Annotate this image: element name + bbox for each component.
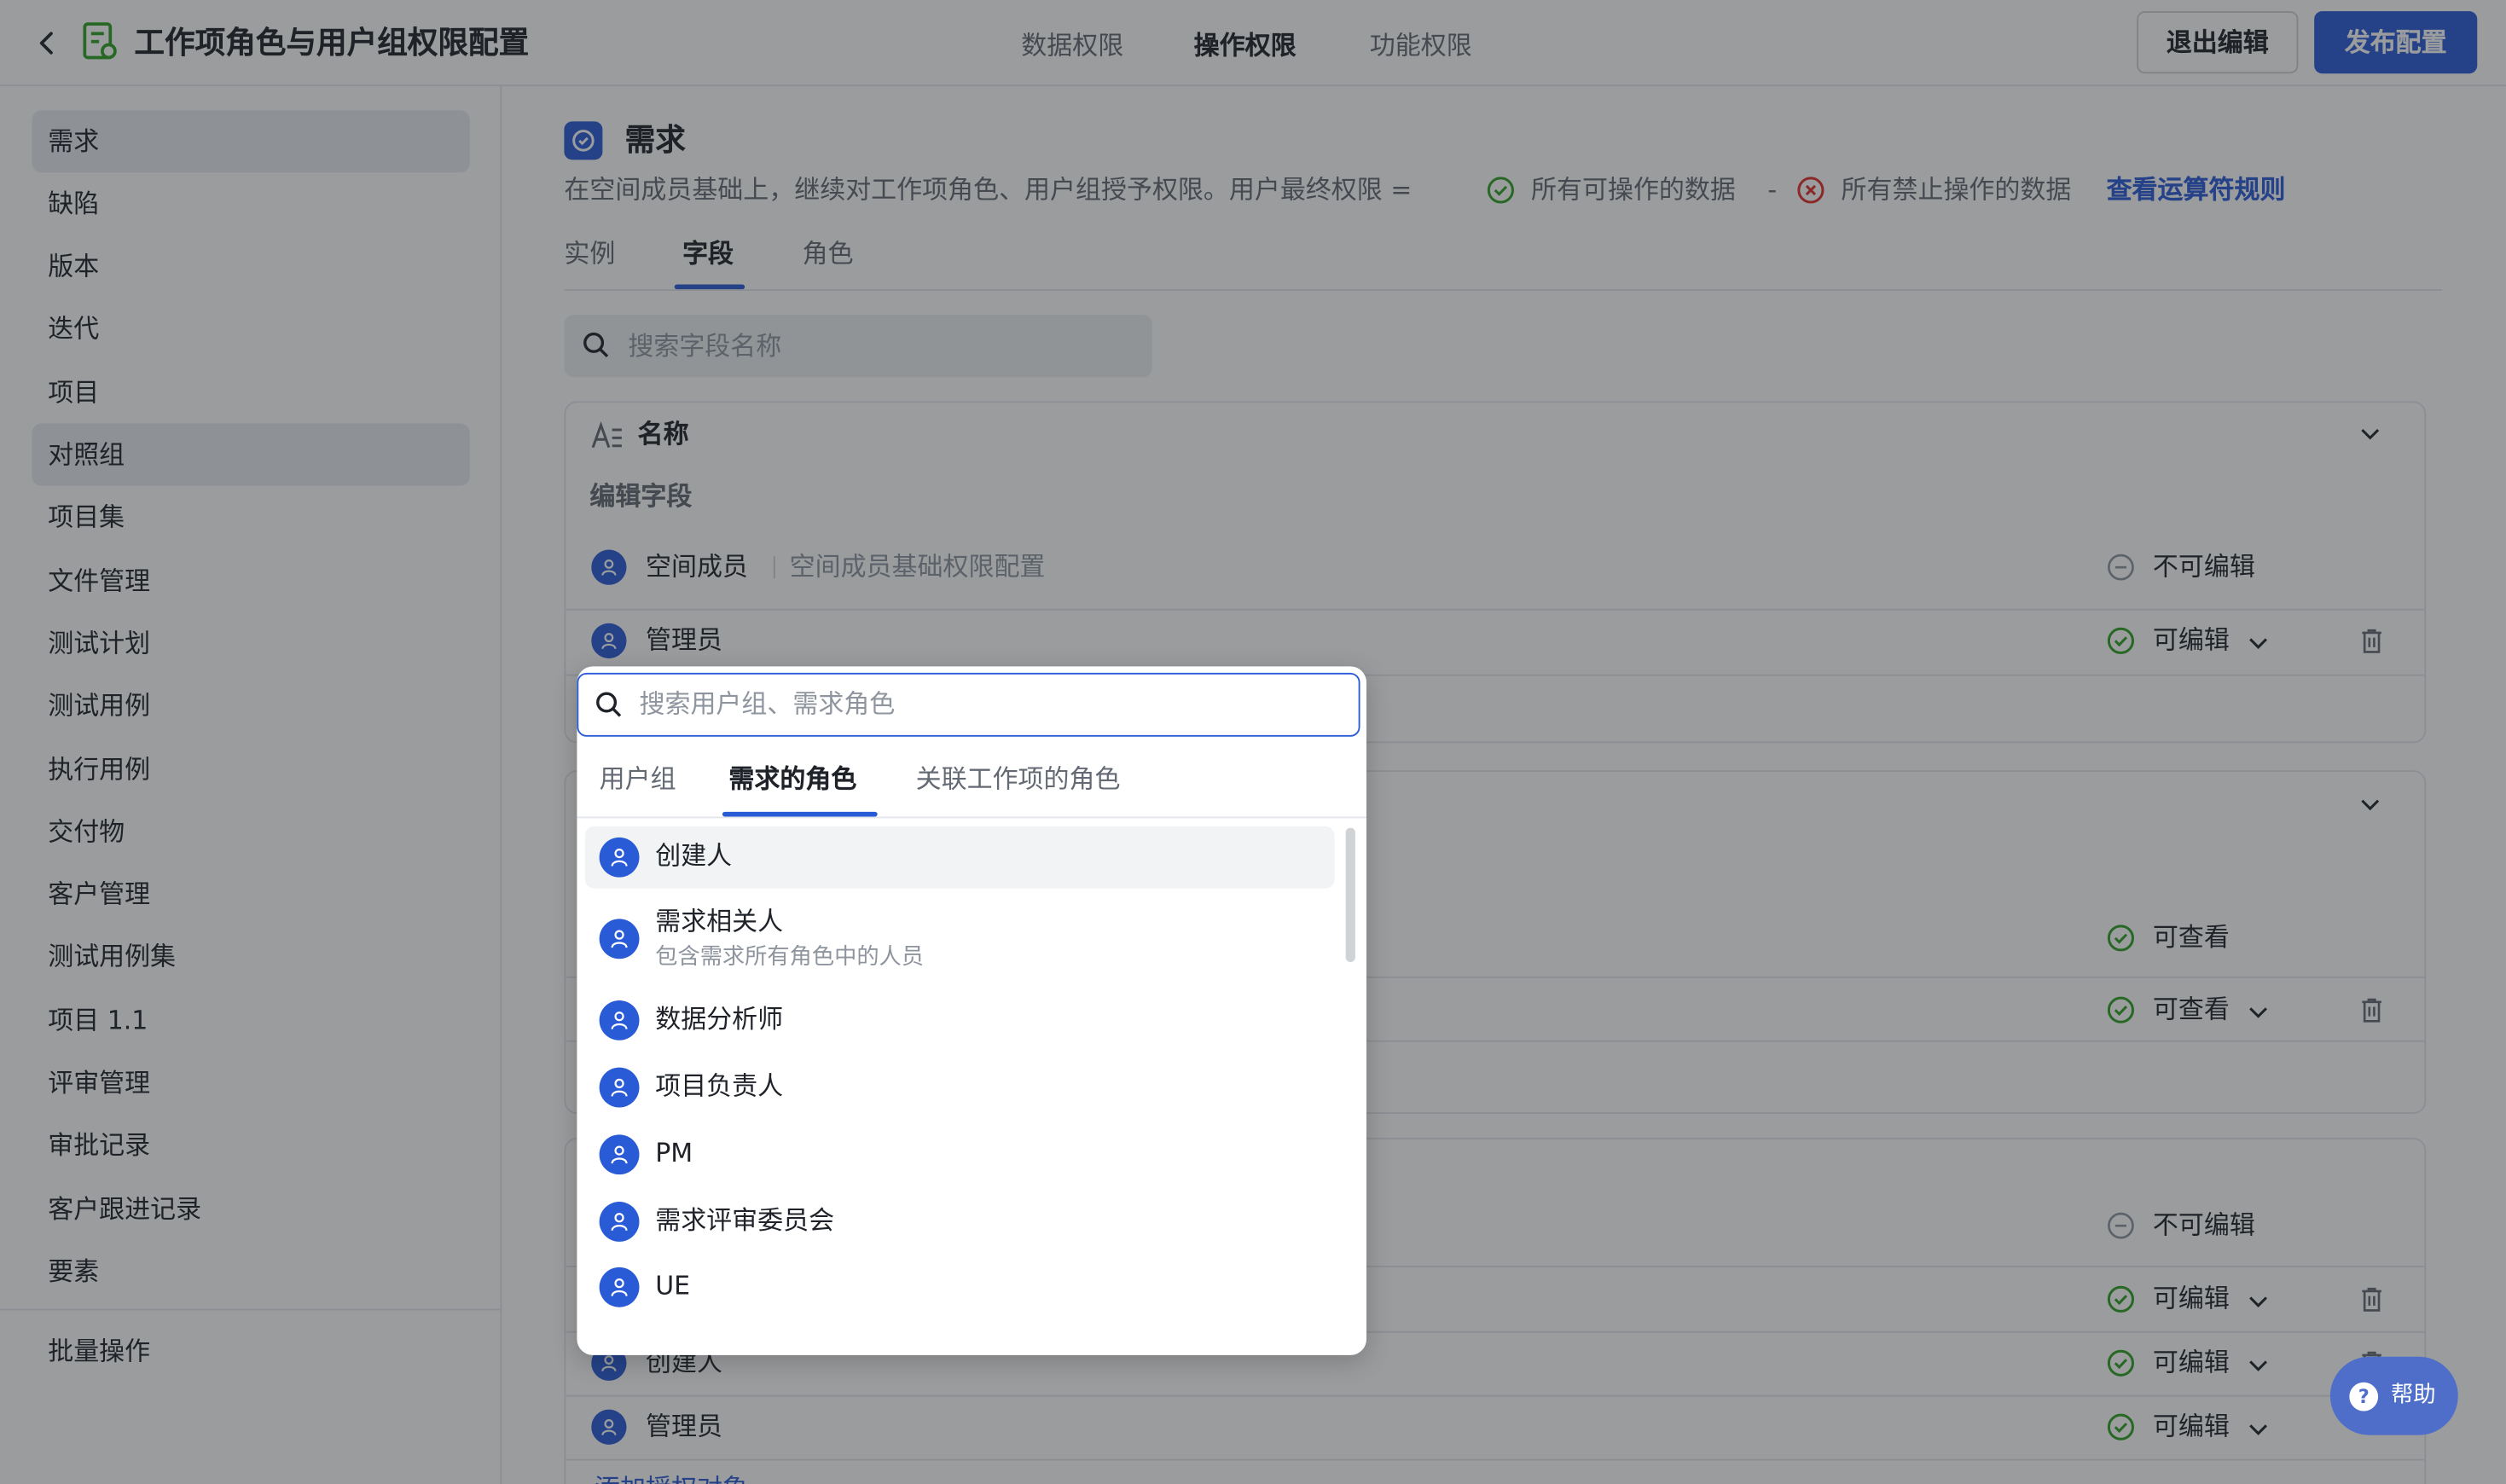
search-placeholder: 搜索用户组、需求角色 xyxy=(639,688,896,720)
role-icon xyxy=(599,1267,640,1307)
list-item-ue[interactable]: UE xyxy=(585,1256,1335,1319)
list-item-stakeholder[interactable]: 需求相关人 包含需求所有角色中的人员 xyxy=(585,896,1335,979)
role-label: 需求评审委员会 xyxy=(655,1204,835,1236)
role-label: PM xyxy=(655,1138,693,1168)
dropdown-tab-indicator xyxy=(722,811,878,817)
role-icon xyxy=(599,1202,640,1242)
role-icon xyxy=(599,1000,640,1041)
dropdown-tab-divider xyxy=(577,816,1367,819)
role-icon xyxy=(599,919,640,959)
role-label: 创建人 xyxy=(655,840,733,872)
list-item-creator[interactable]: 创建人 xyxy=(584,826,1335,889)
role-label: 数据分析师 xyxy=(655,1003,784,1035)
tab-user-groups[interactable]: 用户组 xyxy=(600,762,676,797)
list-item-review-committee[interactable]: 需求评审委员会 xyxy=(585,1191,1335,1253)
dropdown-search-input[interactable]: 搜索用户组、需求角色 xyxy=(577,672,1360,737)
role-label: 项目负责人 xyxy=(655,1070,784,1101)
authorization-picker-dropdown: 搜索用户组、需求角色 用户组 需求的角色 关联工作项的角色 创建人 需求相关人 … xyxy=(577,666,1367,1355)
list-item-project-owner[interactable]: 项目负责人 xyxy=(585,1057,1335,1119)
search-icon xyxy=(596,692,622,717)
role-description: 包含需求所有角色中的人员 xyxy=(655,944,925,971)
role-icon xyxy=(599,837,640,878)
role-icon xyxy=(599,1067,640,1108)
tab-related-item-roles[interactable]: 关联工作项的角色 xyxy=(916,762,1121,797)
help-button[interactable]: ? 帮助 xyxy=(2329,1356,2458,1435)
question-icon: ? xyxy=(2349,1382,2379,1412)
role-icon xyxy=(599,1134,640,1175)
role-label: 需求相关人 xyxy=(655,906,784,936)
tab-requirement-roles[interactable]: 需求的角色 xyxy=(728,762,856,797)
list-item-pm[interactable]: PM xyxy=(585,1123,1335,1185)
dropdown-scrollbar[interactable] xyxy=(1345,827,1355,962)
help-label: 帮助 xyxy=(2391,1382,2436,1408)
page: 工作项角色与用户组权限配置 数据权限 操作权限 功能权限 退出编辑 发布配置 需… xyxy=(0,0,2506,1484)
role-label: UE xyxy=(655,1270,691,1301)
list-item-data-analyst[interactable]: 数据分析师 xyxy=(585,989,1335,1052)
